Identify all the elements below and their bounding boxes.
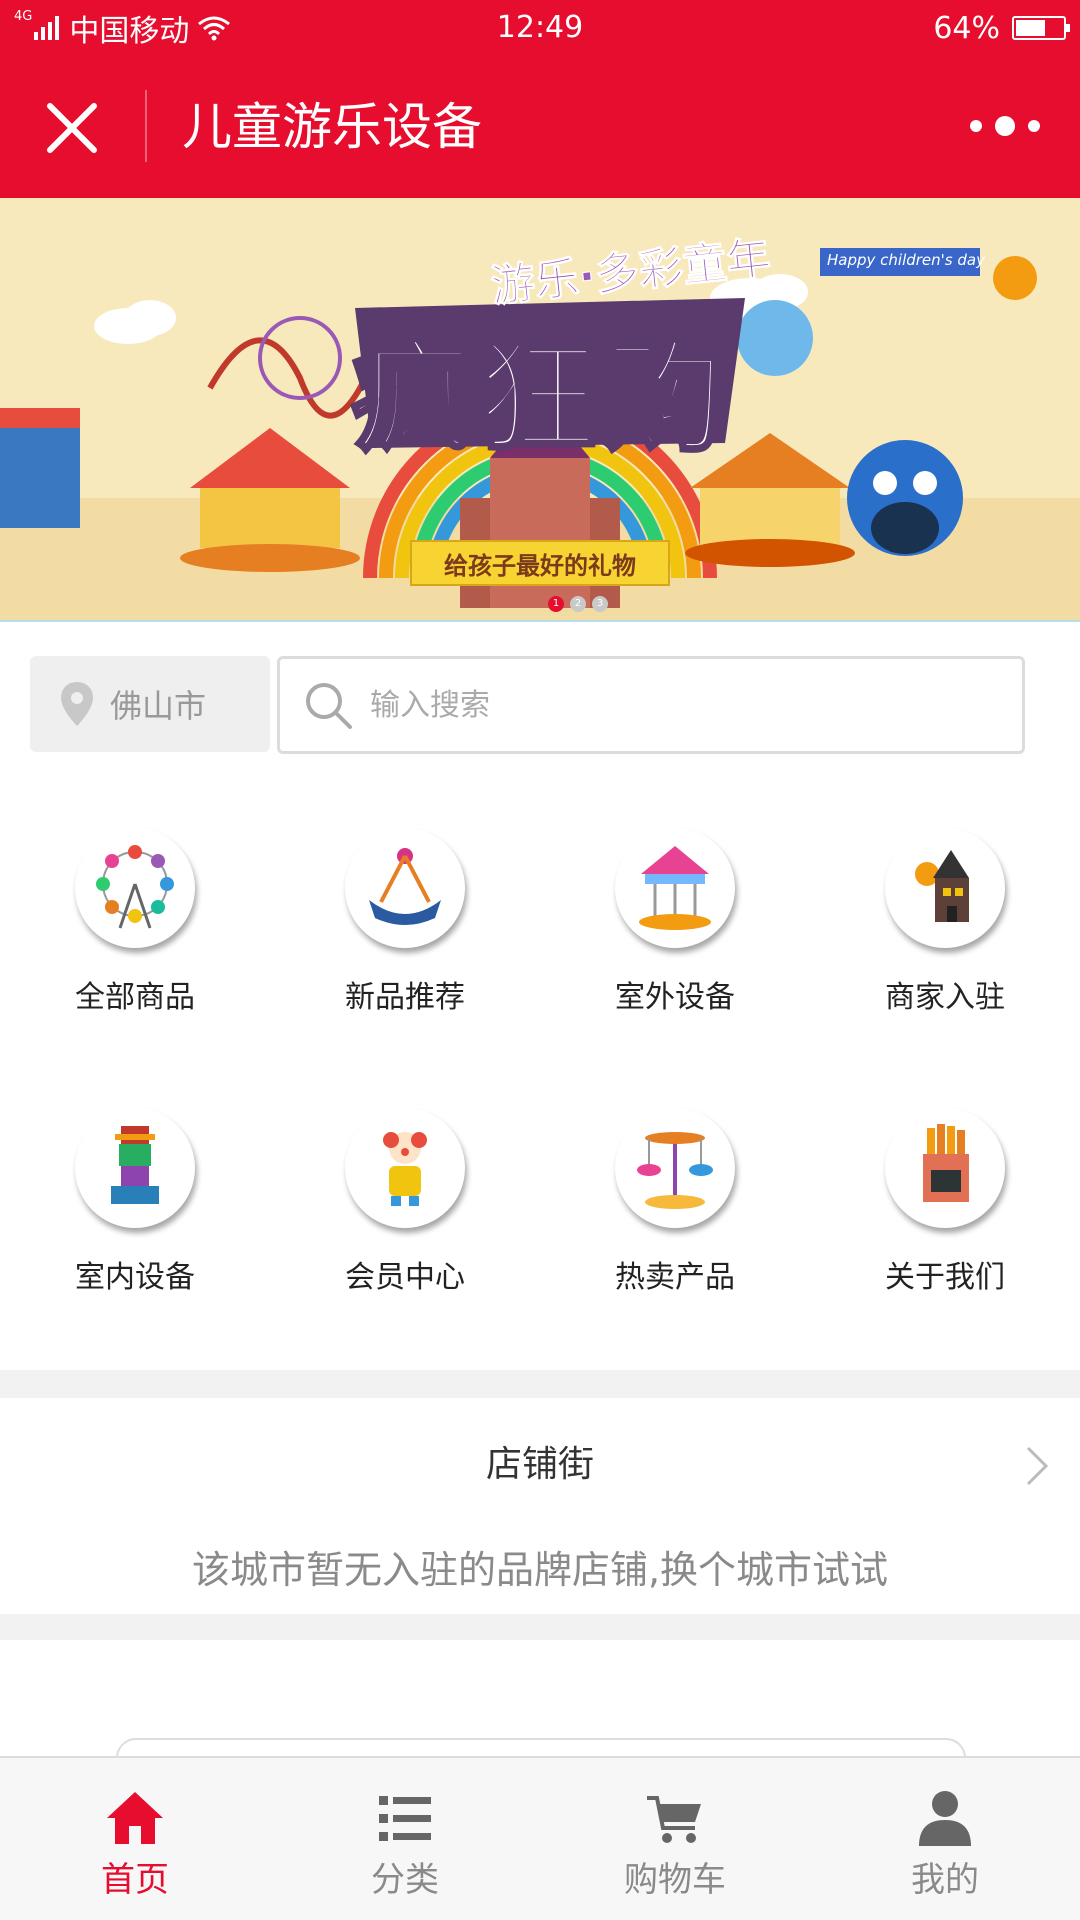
- home-icon: [107, 1792, 163, 1844]
- nav-label: 我的: [911, 1860, 979, 1900]
- category-label: 商家入驻: [885, 980, 1005, 1015]
- nav-label: 分类: [371, 1860, 439, 1900]
- category-indoor-equipment[interactable]: 室内设备: [0, 1108, 270, 1308]
- nav-label: 首页: [101, 1860, 169, 1900]
- bottom-nav: 首页 分类 购物车 我的: [0, 1756, 1080, 1920]
- category-label: 全部商品: [75, 980, 195, 1015]
- cart-icon: [647, 1796, 701, 1843]
- category-all-products[interactable]: 全部商品: [0, 828, 270, 1028]
- more-icon[interactable]: [970, 106, 1040, 146]
- location-pin-icon: [61, 682, 93, 726]
- list-icon: [379, 1796, 431, 1841]
- banner-ribbon: 给孩子最好的礼物: [410, 540, 670, 586]
- nav-cart[interactable]: 购物车: [540, 1758, 810, 1920]
- category-label: 热卖产品: [615, 1260, 735, 1295]
- category-hot-products[interactable]: 热卖产品: [540, 1108, 810, 1308]
- store-street-title[interactable]: 店铺街: [0, 1440, 1080, 1490]
- airplane-ride-icon: [615, 1108, 735, 1228]
- banner-tag: Happy children's day: [827, 251, 985, 269]
- category-label: 关于我们: [885, 1260, 1005, 1295]
- category-outdoor-equipment[interactable]: 室外设备: [540, 828, 810, 1028]
- section-divider: [0, 1614, 1080, 1640]
- category-member-center[interactable]: 会员中心: [270, 1108, 540, 1308]
- city-name: 佛山市: [110, 687, 207, 725]
- page-title: 儿童游乐设备: [182, 98, 482, 156]
- banner-page-dot[interactable]: 3: [592, 596, 608, 612]
- nav-category[interactable]: 分类: [270, 1758, 540, 1920]
- search-icon: [306, 683, 352, 729]
- category-label: 新品推荐: [345, 980, 465, 1015]
- status-bar: 4G 中国移动 12:49 64%: [0, 0, 1080, 56]
- category-label: 会员中心: [345, 1260, 465, 1295]
- carousel-icon: [615, 828, 735, 948]
- search-bar[interactable]: [277, 656, 1025, 754]
- title-divider: [145, 90, 147, 162]
- status-right: 64%: [933, 8, 1070, 48]
- banner-pagination[interactable]: 123: [548, 596, 608, 612]
- category-merchant-join[interactable]: 商家入驻: [810, 828, 1080, 1028]
- pirate-ship-ride-icon: [345, 828, 465, 948]
- banner-page-dot[interactable]: 2: [570, 596, 586, 612]
- ferris-wheel-icon: [75, 828, 195, 948]
- store-empty-message: 该城市暂无入驻的品牌店铺,换个城市试试: [191, 1548, 889, 1592]
- user-icon: [919, 1791, 971, 1846]
- food-stand-icon: [885, 1108, 1005, 1228]
- nav-profile[interactable]: 我的: [810, 1758, 1080, 1920]
- category-label: 室内设备: [75, 1260, 195, 1295]
- clown-icon: [345, 1108, 465, 1228]
- totem-game-machine-icon: [75, 1108, 195, 1228]
- nav-label: 购物车: [624, 1860, 726, 1900]
- city-selector[interactable]: 佛山市: [30, 656, 270, 752]
- category-new-arrivals[interactable]: 新品推荐: [270, 828, 540, 1028]
- category-about-us[interactable]: 关于我们: [810, 1108, 1080, 1308]
- battery-percent: 64%: [933, 10, 1000, 46]
- chevron-right-icon[interactable]: [1022, 1444, 1052, 1488]
- battery-icon: [1012, 16, 1070, 40]
- banner-page-dot[interactable]: 1: [548, 596, 564, 612]
- nav-home[interactable]: 首页: [0, 1758, 270, 1920]
- title-bar: 儿童游乐设备: [0, 56, 1080, 198]
- clock: 12:49: [496, 10, 584, 45]
- promo-banner[interactable]: 疯狂购 游乐·多彩童年 Happy children's day 给孩子最好的礼…: [0, 198, 1080, 622]
- section-divider: [0, 1370, 1080, 1398]
- haunted-house-icon: [885, 828, 1005, 948]
- close-icon[interactable]: [40, 96, 104, 160]
- banner-headline: 疯狂购: [349, 327, 729, 470]
- category-label: 室外设备: [615, 980, 735, 1015]
- search-input[interactable]: [370, 687, 970, 723]
